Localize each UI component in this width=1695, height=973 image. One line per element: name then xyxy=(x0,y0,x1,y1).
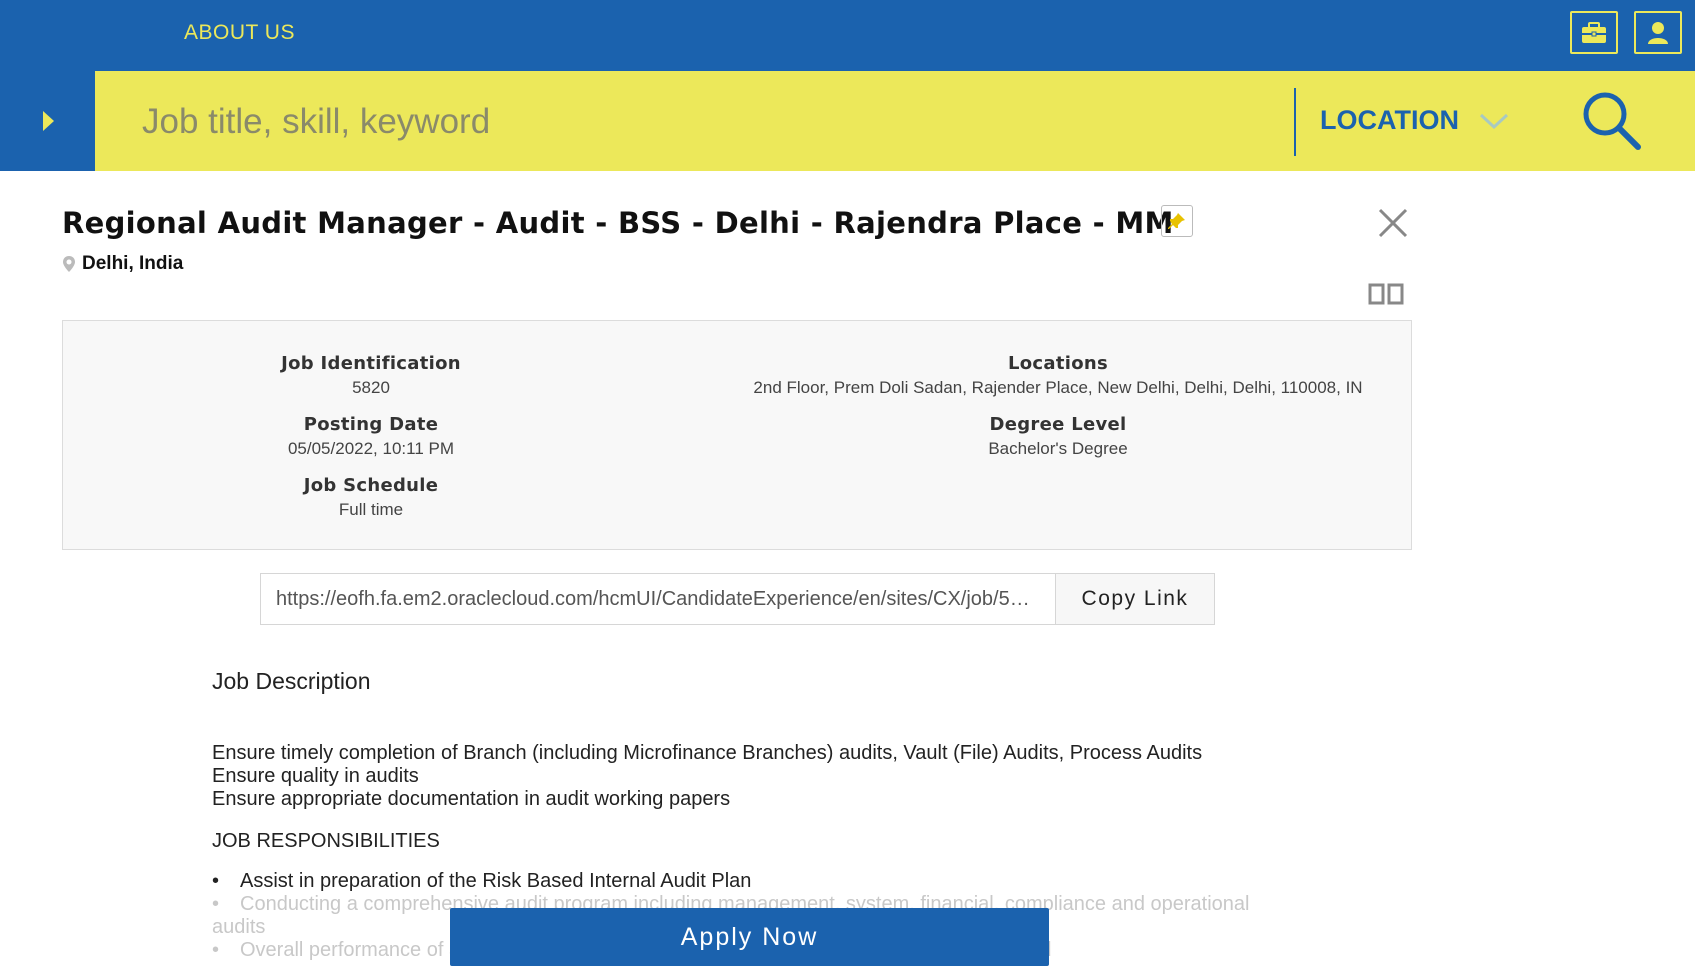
profile-button[interactable] xyxy=(1634,11,1682,54)
job-title: Regional Audit Manager - Audit - BSS - D… xyxy=(62,206,1174,240)
description-line: Ensure appropriate documentation in audi… xyxy=(212,788,731,810)
description-line: Ensure timely completion of Branch (incl… xyxy=(212,742,1203,764)
close-icon xyxy=(1378,208,1408,238)
posting-date: Posting Date 05/05/2022, 10:11 PM xyxy=(287,414,455,458)
top-navigation-bar: ABOUT US xyxy=(0,0,1695,71)
share-link-box: Copy Link xyxy=(260,573,1215,625)
chevron-down-icon xyxy=(1479,113,1509,129)
caret-right-icon xyxy=(42,111,54,131)
keyword-search-input[interactable] xyxy=(140,91,1244,153)
briefcase-icon xyxy=(1582,21,1606,43)
description-lines: Ensure timely completion of Branch (incl… xyxy=(212,742,1202,811)
jobs-button[interactable] xyxy=(1570,11,1618,54)
bullet-marker: • xyxy=(212,939,220,961)
pin-job-button[interactable] xyxy=(1161,205,1193,237)
bullet-marker: • xyxy=(212,893,220,915)
location-label: LOCATION xyxy=(1320,105,1459,135)
job-schedule: Job Schedule Full time xyxy=(303,475,439,519)
user-icon xyxy=(1648,21,1668,44)
expand-filters-button[interactable] xyxy=(0,71,95,171)
search-bar: LOCATION xyxy=(0,71,1695,171)
map-pin-icon xyxy=(63,256,75,272)
location-dropdown[interactable]: LOCATION xyxy=(1320,105,1509,136)
copy-link-button[interactable]: Copy Link xyxy=(1056,574,1214,624)
search-divider xyxy=(1294,88,1296,156)
job-description: Job Description Ensure timely completion… xyxy=(212,668,1262,961)
search-icon xyxy=(1583,92,1641,150)
job-locations: Locations 2nd Floor, Prem Doli Sadan, Ra… xyxy=(753,353,1363,397)
job-location: Delhi, India xyxy=(62,253,183,275)
pin-icon xyxy=(1168,213,1185,229)
columns-icon xyxy=(1368,283,1404,305)
responsibilities-heading: JOB RESPONSIBILITIES xyxy=(212,830,440,852)
job-description-heading: Job Description xyxy=(212,668,371,694)
degree-level: Degree Level Bachelor's Degree xyxy=(988,414,1128,458)
close-button[interactable] xyxy=(1377,207,1409,239)
job-location-text: Delhi, India xyxy=(82,253,184,274)
search-button[interactable] xyxy=(1580,89,1644,153)
about-us-link[interactable]: ABOUT US xyxy=(184,21,295,45)
description-line: Ensure quality in audits xyxy=(212,765,419,787)
job-identification: Job Identification 5820 xyxy=(281,353,461,397)
compare-button[interactable] xyxy=(1368,283,1404,305)
job-link-input[interactable] xyxy=(261,574,1056,624)
search-box: LOCATION xyxy=(95,71,1695,171)
apply-now-button[interactable]: Apply Now xyxy=(450,908,1049,966)
list-item: • Assist in preparation of the Risk Base… xyxy=(212,870,752,892)
job-details-panel: Job Identification 5820 Posting Date 05/… xyxy=(62,320,1412,550)
bullet-marker: • xyxy=(212,870,220,892)
